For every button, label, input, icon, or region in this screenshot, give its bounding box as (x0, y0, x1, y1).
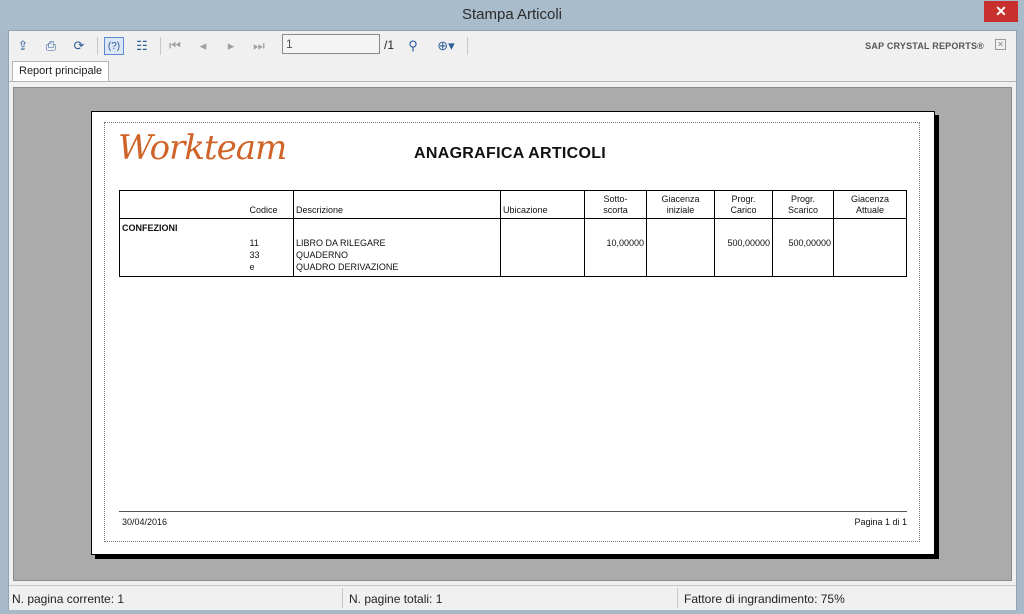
column-header: Codice (247, 190, 294, 219)
column-header: Progr. Scarico (772, 190, 834, 219)
toolbar: ⇪ ⎙ ⟳ (?) ☷ ⏮ ◂ ▸ ⏭ 1 /1 ⚲ ⊕▾ SAP CRYSTA… (9, 31, 1016, 61)
table-row: CONFEZIONI 11 33 e LIBRO DA RILEGARE QUA… (119, 218, 907, 277)
tree-icon[interactable]: ☷ (132, 37, 152, 55)
page-margin-guide (104, 122, 920, 542)
codice-cell: 11 (249, 238, 259, 248)
company-logo: Workteam (118, 128, 287, 168)
column-header: Progr. Carico (714, 190, 773, 219)
close-button[interactable]: ✕ (984, 1, 1018, 22)
status-zoom: Fattore di ingrandimento: 75% (684, 592, 845, 606)
window-title: Stampa Articoli (461, 6, 563, 23)
footer-date: 30/04/2016 (122, 517, 168, 527)
table-header-row: Codice Descrizione Ubicazione Sotto- sco… (119, 190, 907, 219)
status-separator (342, 588, 343, 608)
column-header: Ubicazione (500, 190, 585, 219)
page-total-label: /1 (384, 38, 395, 52)
group-label: CONFEZIONI (122, 223, 178, 233)
page-number-input[interactable]: 1 (282, 34, 380, 54)
brand-label: SAP CRYSTAL REPORTS® (865, 41, 984, 51)
first-page-icon[interactable]: ⏮ (165, 37, 185, 55)
column-header: Descrizione (293, 190, 501, 219)
toolbar-separator (97, 37, 98, 55)
tab-divider (9, 81, 1016, 82)
column-header: Giacenza Attuale (833, 190, 907, 219)
toolbar-separator (160, 37, 161, 55)
report-viewer-window: ⇪ ⎙ ⟳ (?) ☷ ⏮ ◂ ▸ ⏭ 1 /1 ⚲ ⊕▾ SAP CRYSTA… (8, 30, 1017, 610)
status-current-page: N. pagina corrente: 1 (12, 592, 125, 606)
descrizione-cell: QUADRO DERIVAZIONE (296, 262, 399, 272)
codice-cell: 33 (249, 250, 260, 260)
descrizione-cell: LIBRO DA RILEGARE (296, 238, 386, 248)
export-icon[interactable]: ⇪ (13, 37, 33, 55)
toolbar-separator (467, 37, 468, 55)
last-page-icon[interactable]: ⏭ (249, 37, 269, 55)
articles-table: Codice Descrizione Ubicazione Sotto- sco… (119, 190, 907, 277)
print-icon[interactable]: ⎙ (41, 37, 61, 55)
next-page-icon[interactable]: ▸ (221, 37, 241, 55)
tab-report-principale[interactable]: Report principale (12, 61, 110, 82)
help-icon[interactable]: (?) (104, 37, 124, 55)
previous-page-icon[interactable]: ◂ (193, 37, 213, 55)
progr-scarico-cell: 500,00000 (788, 238, 831, 248)
title-bar: Stampa Articoli ✕ (0, 0, 1024, 30)
refresh-icon[interactable]: ⟳ (69, 37, 89, 55)
progr-carico-cell: 500,00000 (727, 238, 770, 248)
report-viewport[interactable]: Workteam ANAGRAFICA ARTICOLI Codice Desc… (13, 87, 1012, 581)
codice-cell: e (249, 262, 255, 272)
report-page: Workteam ANAGRAFICA ARTICOLI Codice Desc… (91, 111, 935, 555)
footer-divider (119, 511, 907, 512)
close-panel-icon[interactable]: ✕ (995, 39, 1006, 50)
column-header: Giacenza iniziale (646, 190, 715, 219)
status-separator (677, 588, 678, 608)
column-header (119, 190, 248, 219)
sottoscorta-cell: 10,00000 (606, 238, 644, 248)
find-icon[interactable]: ⚲ (403, 37, 423, 55)
footer-page-number: Pagina 1 di 1 (854, 517, 907, 527)
column-header: Sotto- scorta (584, 190, 647, 219)
zoom-icon[interactable]: ⊕▾ (431, 37, 461, 55)
descrizione-cell: QUADERNO (296, 250, 349, 260)
status-bar: N. pagina corrente: 1 N. pagine totali: … (9, 585, 1016, 610)
report-title: ANAGRAFICA ARTICOLI (414, 145, 607, 162)
status-total-pages: N. pagine totali: 1 (349, 592, 443, 606)
